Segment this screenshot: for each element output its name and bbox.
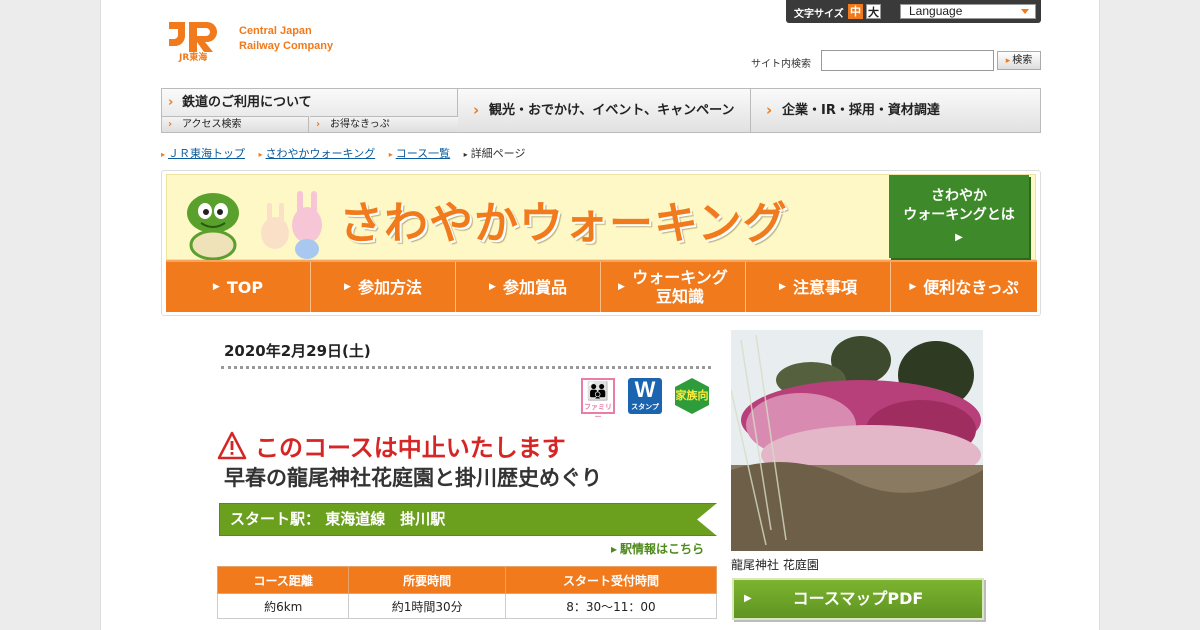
stamp-badge-icon: W スタンプ	[628, 378, 662, 414]
gnav-railway-usage-label: 鉄道のご利用について	[182, 95, 312, 110]
triangle-right-icon: ▶	[344, 281, 351, 292]
breadcrumb: ＪＲ東海トップ さわやかウォーキング コース一覧 詳細ページ	[161, 147, 525, 161]
cancel-notice: このコースは中止いたします	[217, 428, 566, 463]
font-size-large-button[interactable]: 大	[866, 4, 881, 19]
subnav-precautions-label: 注意事項	[792, 277, 857, 297]
banner-header: さわやかウォーキング さわやか ウォーキングとは ▶	[166, 174, 1036, 261]
subnav-precautions[interactable]: ▶ 注意事項	[746, 262, 891, 312]
triangle-right-icon: ▶	[618, 281, 625, 292]
gnav-sightseeing-label: 観光・おでかけ、イベント、キャンペーン	[489, 103, 735, 118]
logo-text: Central Japan Railway Company	[239, 24, 333, 54]
subnav-top[interactable]: ▶ TOP	[166, 262, 311, 312]
triangle-right-icon: ▶	[955, 232, 963, 243]
breadcrumb-jr-top[interactable]: ＪＲ東海トップ	[161, 147, 245, 160]
breadcrumb-course-list[interactable]: コース一覧	[389, 147, 450, 160]
gnav-railway-group: › 鉄道のご利用について › アクセス検索 › お得なきっぷ	[162, 89, 458, 132]
course-date: 2020年2月29日(土)	[224, 342, 371, 360]
gnav-railway-usage[interactable]: › 鉄道のご利用について	[162, 89, 458, 116]
subnav-useful-tickets[interactable]: ▶ 便利なきっぷ	[891, 262, 1037, 312]
what-btn-line2: ウォーキングとは	[903, 207, 1015, 223]
gnav-access-search-label: アクセス検索	[182, 119, 242, 130]
stamp-badge-label: スタンプ	[631, 403, 659, 411]
banner-title: さわやかウォーキング	[339, 198, 788, 249]
mascot-illustration	[187, 191, 322, 261]
chevron-right-icon: ›	[473, 101, 480, 119]
subnav-prizes[interactable]: ▶ 参加賞品	[456, 262, 601, 312]
chevron-right-icon: ›	[168, 119, 173, 130]
triangle-right-icon: ▶	[212, 281, 220, 292]
table-cell-duration: 約1時間30分	[348, 593, 506, 619]
table-header-distance: コース距離	[216, 566, 350, 594]
course-badges: 👪 ファミリー W スタンプ 家族向	[581, 378, 711, 421]
table-header-duration: 所要時間	[348, 566, 506, 594]
language-label: Language	[909, 4, 963, 18]
jr-central-logo[interactable]: JR東海 Central Japan Railway Company	[165, 18, 365, 64]
photo-caption: 龍尾神社 花庭園	[731, 558, 819, 572]
gnav-access-search[interactable]: › アクセス検索	[162, 116, 309, 132]
family-badge-icon: 👪 ファミリー	[581, 378, 615, 421]
chevron-down-icon	[1021, 9, 1029, 14]
start-station-bar: スタート駅： 東海道線 掛川駅	[219, 503, 717, 536]
logo-line1: Central Japan	[239, 25, 312, 37]
subnav-top-label: TOP	[226, 277, 264, 297]
triangle-right-icon: ▶	[909, 281, 917, 292]
course-title: 早春の龍尾神社花庭園と掛川歴史めぐり	[224, 466, 602, 490]
table-header-start-time: スタート受付時間	[504, 566, 718, 594]
what-is-walking-button[interactable]: さわやか ウォーキングとは ▶	[889, 175, 1029, 258]
triangle-right-icon: ▶	[779, 281, 786, 292]
chevron-right-icon: ›	[316, 119, 321, 130]
family-badge-label: ファミリー	[584, 403, 612, 421]
breadcrumb-sawayaka-walking[interactable]: さわやかウォーキング	[259, 147, 376, 160]
table-header-row: コース距離 所要時間 スタート受付時間	[216, 566, 718, 594]
global-nav: › 鉄道のご利用について › アクセス検索 › お得なきっぷ › 観光・おでかけ…	[161, 88, 1041, 133]
search-button-label: 検索	[1012, 55, 1033, 66]
walking-banner: さわやかウォーキング さわやか ウォーキングとは ▶ ▶ TOP ▶ 参加方法 ▶ 参…	[161, 170, 1041, 316]
warning-icon	[217, 431, 247, 459]
font-size-medium-button[interactable]: 中	[848, 4, 863, 19]
walking-subnav: ▶ TOP ▶ 参加方法 ▶ 参加賞品 ▶ ウォーキング豆知識 ▶ 注意事項 ▶ 便利なきっ…	[166, 260, 1037, 312]
table-cell-distance: 約6km	[216, 593, 350, 619]
subnav-walking-tips-label: ウォーキング豆知識	[632, 268, 728, 306]
gnav-corporate[interactable]: › 企業・IR・採用・資材調達	[752, 89, 1040, 132]
station-info-link[interactable]: 駅情報はこちら	[611, 540, 704, 557]
jr-logo-icon: JR東海	[169, 22, 217, 62]
search-input[interactable]	[821, 50, 994, 71]
table-row: 約6km 約1時間30分 8：30～11：00	[216, 593, 718, 619]
course-info-table: コース距離 所要時間 スタート受付時間 約6km 約1時間30分 8：30～11…	[216, 566, 718, 619]
language-select[interactable]: Language	[900, 4, 1036, 19]
cancel-notice-text: このコースは中止いたします	[255, 434, 566, 462]
breadcrumb-current: 詳細ページ	[464, 147, 526, 160]
subnav-prizes-label: 参加賞品	[502, 277, 567, 297]
chevron-right-icon: ›	[766, 101, 773, 119]
subnav-how-to-join-label: 参加方法	[357, 277, 422, 297]
font-size-label: 文字サイズ	[794, 9, 844, 20]
course-map-pdf-button[interactable]: ▶ コースマップPDF	[732, 578, 984, 620]
page-container: JR東海 Central Japan Railway Company 文字サイズ…	[100, 0, 1100, 630]
gnav-sightseeing[interactable]: › 観光・おでかけ、イベント、キャンペーン	[459, 89, 751, 132]
subnav-how-to-join[interactable]: ▶ 参加方法	[311, 262, 456, 312]
family-oriented-badge-label: 家族向	[675, 390, 709, 402]
logo-line2: Railway Company	[239, 40, 334, 52]
stamp-badge-letter: W	[634, 377, 656, 402]
gnav-discount-tickets-label: お得なきっぷ	[330, 119, 390, 130]
chevron-right-icon: ›	[168, 95, 174, 110]
what-btn-line1: さわやか	[931, 188, 987, 204]
course-map-pdf-label: コースマップPDF	[792, 589, 924, 608]
family-oriented-badge-icon: 家族向	[675, 378, 709, 414]
gnav-corporate-label: 企業・IR・採用・資材調達	[782, 103, 940, 118]
search-button[interactable]: 検索	[997, 51, 1041, 70]
triangle-right-icon: ▶	[744, 593, 752, 604]
divider	[221, 366, 711, 369]
triangle-right-icon: ▶	[489, 281, 496, 292]
table-cell-start-time: 8：30～11：00	[504, 593, 718, 619]
course-photo	[731, 330, 983, 551]
subnav-walking-tips[interactable]: ▶ ウォーキング豆知識	[601, 262, 746, 312]
search-label: サイト内検索	[751, 59, 811, 70]
logo-mark-text: JR東海	[178, 51, 207, 62]
utility-bar: 文字サイズ 中 大 Language	[786, 0, 1041, 23]
gnav-discount-tickets[interactable]: › お得なきっぷ	[310, 116, 458, 132]
subnav-useful-tickets-label: 便利なきっぷ	[923, 277, 1019, 297]
